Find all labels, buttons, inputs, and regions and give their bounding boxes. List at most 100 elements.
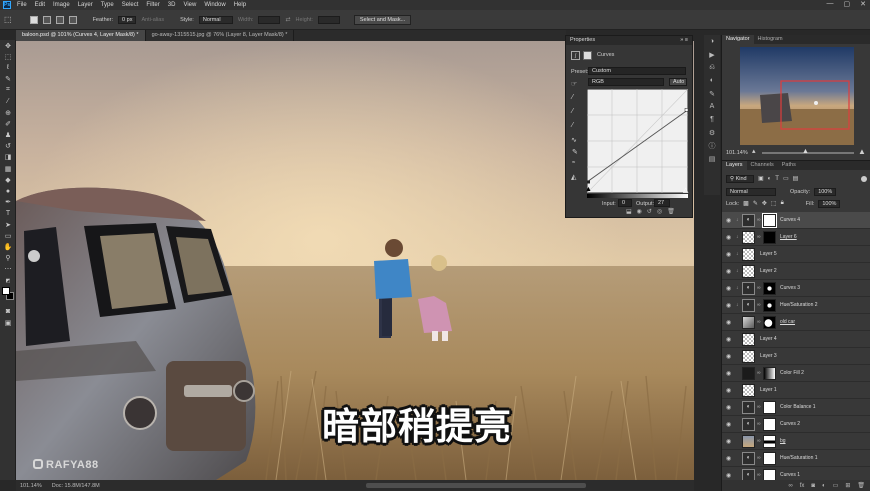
add-selection-icon[interactable] bbox=[42, 15, 51, 24]
layer-name[interactable]: bg bbox=[780, 438, 786, 444]
layer-row[interactable]: ◉ ↓ ◐ ∞ Curves 3 bbox=[722, 280, 870, 297]
menu-view[interactable]: View bbox=[183, 2, 196, 8]
marquee-tool-icon[interactable]: ⬚ bbox=[0, 51, 16, 62]
add-mask-icon[interactable]: ◙ bbox=[811, 483, 815, 489]
healing-brush-tool-icon[interactable]: ⊕ bbox=[0, 107, 16, 118]
lock-pixels-icon[interactable]: ✎ bbox=[753, 200, 758, 207]
photoshop-logo-icon[interactable]: Ps bbox=[3, 1, 11, 9]
mask-link-icon[interactable]: ∞ bbox=[757, 472, 761, 478]
layer-name[interactable]: Layer 1 bbox=[760, 387, 777, 393]
brush-panel-icon[interactable]: ✎ bbox=[704, 87, 720, 100]
new-layer-icon[interactable]: ⊞ bbox=[845, 482, 850, 489]
layer-mask-thumbnail[interactable] bbox=[762, 213, 777, 228]
quick-select-tool-icon[interactable]: ✎ bbox=[0, 74, 16, 85]
height-input[interactable] bbox=[317, 15, 340, 24]
visibility-eye-icon[interactable]: ◉ bbox=[726, 285, 731, 292]
layer-name[interactable]: Curves 1 bbox=[780, 472, 800, 478]
layer-mask-thumbnail[interactable] bbox=[763, 435, 776, 448]
clone-stamp-tool-icon[interactable]: ♟ bbox=[0, 130, 16, 141]
filter-type-icon[interactable]: T bbox=[775, 176, 779, 182]
layer-row[interactable]: ◉ ◐ ∞ Hue/Saturation 1 bbox=[722, 450, 870, 467]
foreground-color-swatch[interactable] bbox=[2, 287, 10, 296]
delete-layer-icon[interactable]: 🗑 bbox=[857, 482, 865, 489]
layer-name[interactable]: Layer 6 bbox=[780, 234, 797, 240]
on-image-adjust-icon[interactable]: ☞ bbox=[571, 80, 577, 88]
layer-row[interactable]: ◉ ∞ Color Fill 2 bbox=[722, 365, 870, 382]
adjustments-panel-icon[interactable]: ◐ bbox=[704, 74, 720, 87]
layer-thumbnail[interactable] bbox=[742, 350, 755, 363]
layer-row[interactable]: ◉ ↓ Layer 5 bbox=[722, 246, 870, 263]
visibility-eye-icon[interactable]: ◉ bbox=[726, 251, 731, 258]
history-panel-icon[interactable]: ⎌ bbox=[704, 61, 720, 74]
tab-go-away-jpg[interactable]: go-away-1315515.jpg @ 76% (Layer 8, Laye… bbox=[145, 30, 295, 41]
zoom-in-icon[interactable]: ▲ bbox=[858, 147, 866, 156]
lock-position-icon[interactable]: ✥ bbox=[762, 200, 767, 207]
layer-filter-kind-select[interactable]: ⚲ Kind bbox=[726, 174, 754, 183]
tab-baloon-psd[interactable]: baloon.psd @ 101% (Curves 4, Layer Mask/… bbox=[16, 30, 146, 41]
info-panel-icon[interactable]: ⓘ bbox=[704, 139, 720, 152]
layer-row[interactable]: ◉ Layer 4 bbox=[722, 331, 870, 348]
mask-link-icon[interactable]: ∞ bbox=[757, 234, 761, 240]
visibility-eye-icon[interactable]: ◉ bbox=[726, 472, 731, 479]
reset-adjustment-icon[interactable]: ↺ bbox=[647, 208, 652, 215]
adjustment-thumbnail-icon[interactable]: ◐ bbox=[742, 282, 755, 295]
fill-input[interactable]: 100% bbox=[818, 199, 841, 208]
layer-row[interactable]: ◉ ↓ Layer 2 bbox=[722, 263, 870, 280]
dodge-tool-icon[interactable]: ● bbox=[0, 185, 16, 196]
tab-histogram[interactable]: Histogram bbox=[754, 35, 787, 44]
layer-row[interactable]: ◉ ↓ ∞ Layer 6 bbox=[722, 229, 870, 246]
link-layers-icon[interactable]: ∞ bbox=[788, 483, 792, 489]
layer-row[interactable]: ◉ Layer 3 bbox=[722, 348, 870, 365]
lock-all-icon[interactable]: 🔒︎ bbox=[781, 200, 784, 207]
layer-name[interactable]: Curves 2 bbox=[780, 421, 800, 427]
visibility-eye-icon[interactable]: ◉ bbox=[726, 319, 731, 326]
layer-thumbnail[interactable] bbox=[742, 384, 755, 397]
blend-mode-select[interactable]: Normal bbox=[726, 187, 776, 196]
layer-thumbnail[interactable] bbox=[742, 248, 755, 261]
curves-graph[interactable] bbox=[587, 89, 688, 193]
layer-name[interactable]: Layer 5 bbox=[760, 251, 777, 257]
layer-row[interactable]: ◉ ↓ ◐ ∞ Hue/Saturation 2 bbox=[722, 297, 870, 314]
path-selection-tool-icon[interactable]: ➤ bbox=[0, 219, 16, 230]
sample-gray-eyedropper-icon[interactable]: ⁄ bbox=[572, 108, 573, 115]
pen-tool-icon[interactable]: ✒ bbox=[0, 197, 16, 208]
layer-mask-thumbnail[interactable] bbox=[763, 452, 776, 465]
mask-link-icon[interactable]: ∞ bbox=[757, 370, 761, 376]
layer-comps-panel-icon[interactable]: ▤ bbox=[704, 152, 720, 165]
filter-adjustment-icon[interactable]: ◐ bbox=[768, 176, 772, 182]
preset-select[interactable]: Custom bbox=[588, 67, 686, 75]
select-and-mask-button[interactable]: Select and Mask... bbox=[353, 14, 412, 25]
curve-control-point-highlight[interactable] bbox=[684, 108, 688, 112]
adjustment-thumbnail-icon[interactable]: ◐ bbox=[742, 418, 755, 431]
color-panel-icon[interactable]: ◑ bbox=[704, 35, 720, 48]
visibility-eye-icon[interactable]: ◉ bbox=[726, 387, 731, 394]
layer-name[interactable]: Curves 3 bbox=[780, 285, 800, 291]
tab-layers[interactable]: Layers bbox=[722, 161, 747, 170]
lock-transparent-icon[interactable]: ▩ bbox=[743, 200, 749, 207]
navigator-preview[interactable] bbox=[740, 47, 854, 145]
mask-link-icon[interactable]: ∞ bbox=[757, 217, 761, 223]
layer-name[interactable]: Layer 4 bbox=[760, 336, 777, 342]
mask-link-icon[interactable]: ∞ bbox=[757, 455, 761, 461]
marquee-tool-preset-icon[interactable]: ⬚ bbox=[4, 15, 12, 24]
menu-help[interactable]: Help bbox=[234, 2, 246, 8]
layer-row[interactable]: ◉ ↓ ◐ ∞ Curves 4 bbox=[722, 212, 870, 229]
subtract-selection-icon[interactable] bbox=[55, 15, 64, 24]
layer-name[interactable]: Color Fill 2 bbox=[780, 370, 804, 376]
layer-mask-thumbnail[interactable] bbox=[763, 418, 776, 431]
layer-name[interactable]: Layer 3 bbox=[760, 353, 777, 359]
style-select[interactable]: Normal bbox=[198, 15, 233, 24]
tab-navigator[interactable]: Navigator bbox=[722, 35, 754, 44]
status-zoom[interactable]: 101.14% bbox=[20, 483, 42, 489]
properties-panel-icon[interactable]: ⚙ bbox=[704, 126, 720, 139]
visibility-eye-icon[interactable]: ◉ bbox=[726, 438, 731, 445]
clip-to-layer-icon[interactable]: ⬓ bbox=[626, 208, 632, 215]
paragraph-panel-icon[interactable]: ¶ bbox=[704, 113, 720, 126]
mask-link-icon[interactable]: ∞ bbox=[757, 302, 761, 308]
new-adjustment-layer-icon[interactable]: ◐ bbox=[822, 483, 826, 489]
toggle-visibility-icon[interactable]: ◎ bbox=[657, 208, 662, 215]
mask-link-icon[interactable]: ∞ bbox=[757, 319, 761, 325]
clipping-warning-icon[interactable]: ◭ bbox=[571, 173, 576, 181]
layer-row[interactable]: ◉ ◐ ∞ Curves 2 bbox=[722, 416, 870, 433]
layer-thumbnail[interactable] bbox=[742, 333, 755, 346]
